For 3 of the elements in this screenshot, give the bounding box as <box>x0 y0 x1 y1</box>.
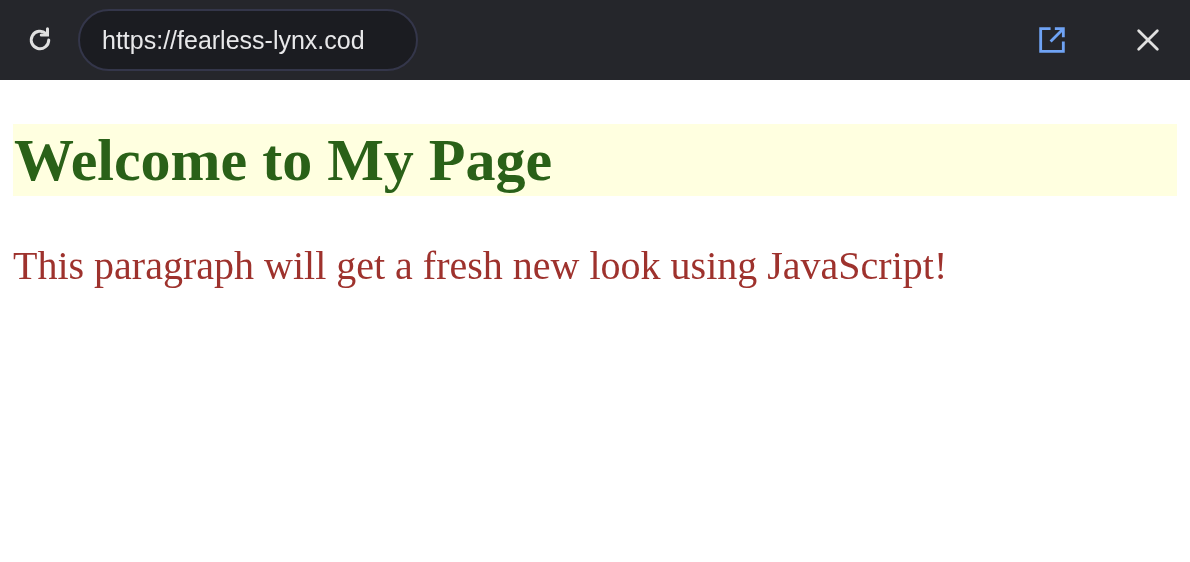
page-heading: Welcome to My Page <box>13 124 1177 196</box>
address-field[interactable]: https://fearless-lynx.cod <box>78 9 418 71</box>
paragraph: This paragraph will get a fresh new look using JavaScript! <box>13 242 948 290</box>
